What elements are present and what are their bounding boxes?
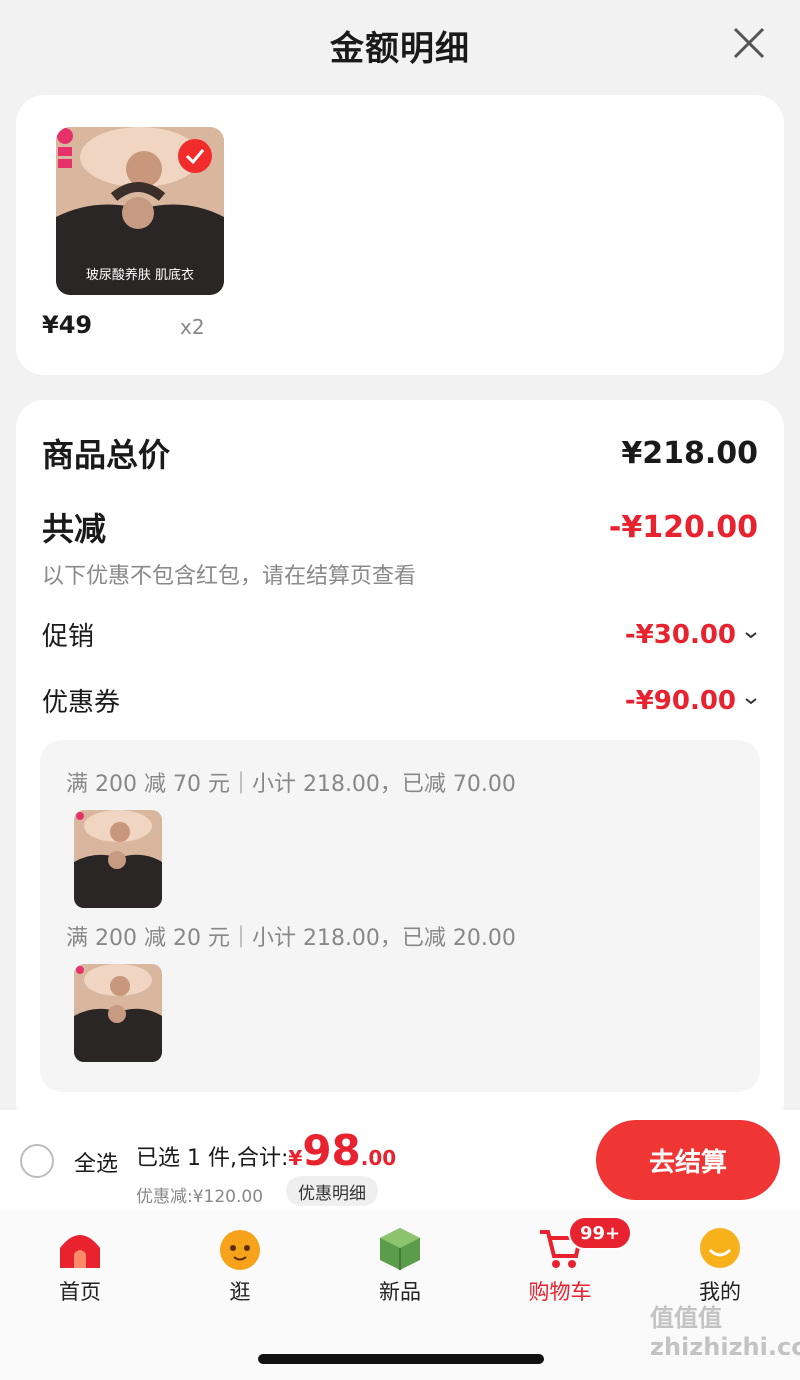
total-currency: ¥ <box>288 1146 303 1170</box>
close-button[interactable] <box>732 26 766 60</box>
selected-check-icon[interactable] <box>178 139 212 173</box>
product-card: 玻尿酸养肤 肌底衣 ¥49 x2 <box>16 95 784 375</box>
coupon-rule-1: 满 200 减 70 元｜小计 218.00，已减 70.00 <box>66 772 516 797</box>
chevron-down-icon <box>745 631 757 638</box>
summary-prefix: 已选 1 件,合计: <box>136 1146 289 1171</box>
product-quantity: x2 <box>180 315 205 339</box>
chevron-down-icon <box>745 697 757 704</box>
tab-new[interactable]: 新品 <box>340 1224 460 1306</box>
coupon-rule-2: 满 200 减 20 元｜小计 218.00，已减 20.00 <box>66 926 516 951</box>
close-icon <box>733 27 765 59</box>
header: 金额明细 <box>0 0 800 90</box>
coupon-row[interactable]: 优惠券 -¥90.00 <box>42 682 758 719</box>
checkout-button[interactable]: 去结算 <box>596 1120 780 1200</box>
home-indicator <box>258 1354 544 1364</box>
tab-home[interactable]: 首页 <box>20 1224 140 1306</box>
tab-home-label: 首页 <box>59 1280 101 1304</box>
total-value: ¥218.00 <box>621 435 758 471</box>
new-icon <box>380 1228 420 1270</box>
product-image[interactable]: 玻尿酸养肤 肌底衣 <box>56 127 224 295</box>
tab-profile[interactable]: 我的 <box>660 1224 780 1306</box>
coupon-product-image-1 <box>74 810 162 908</box>
coupon-label: 优惠券 <box>42 688 121 718</box>
page-title: 金额明细 <box>330 28 470 69</box>
select-all-radio[interactable] <box>20 1144 54 1178</box>
total-decimal: .00 <box>360 1146 397 1170</box>
select-all-label[interactable]: 全选 <box>74 1146 118 1178</box>
total-amount: 98 <box>302 1126 361 1175</box>
promo-label: 促销 <box>42 622 95 652</box>
total-label: 商品总价 <box>42 436 171 474</box>
reduce-row: 共减 -¥120.00 <box>42 504 758 550</box>
reduce-label: 共减 <box>42 510 107 548</box>
tab-browse[interactable]: 逛 <box>180 1224 300 1306</box>
tab-cart[interactable]: 99+ 购物车 <box>500 1216 633 1306</box>
promo-row[interactable]: 促销 -¥30.00 <box>42 616 758 653</box>
browse-icon <box>220 1230 260 1270</box>
promo-value: -¥30.00 <box>624 619 736 650</box>
reduce-value: -¥120.00 <box>608 509 758 545</box>
coupon-detail-box: 满 200 减 70 元｜小计 218.00，已减 70.00 满 200 减 … <box>40 740 760 1092</box>
home-icon <box>60 1235 100 1268</box>
tab-browse-label: 逛 <box>229 1280 251 1304</box>
tab-new-label: 新品 <box>379 1280 421 1304</box>
brand-logo-icon <box>57 128 73 168</box>
tab-cart-label: 购物车 <box>528 1280 592 1304</box>
discount-amount: 优惠减:¥120.00 <box>136 1187 264 1207</box>
product-price: ¥49 <box>42 311 93 339</box>
product-caption: 玻尿酸养肤 肌底衣 <box>85 268 195 283</box>
order-summary: 已选 1 件,合计: ¥ 98 .00 <box>136 1126 396 1175</box>
total-row: 商品总价 ¥218.00 <box>42 430 758 476</box>
coupon-value: -¥90.00 <box>624 685 736 716</box>
coupon-product-image-2 <box>74 964 162 1062</box>
checkout-bar: 全选 已选 1 件,合计: ¥ 98 .00 优惠减:¥120.00 优惠明细 … <box>0 1110 800 1210</box>
price-detail-card: 商品总价 ¥218.00 共减 -¥120.00 以下优惠不包含红包，请在结算页… <box>16 400 784 1130</box>
discount-note: 以下优惠不包含红包，请在结算页查看 <box>42 564 417 589</box>
cart-badge: 99+ <box>568 1216 633 1250</box>
profile-icon <box>700 1228 740 1268</box>
discount-detail-button[interactable]: 优惠明细 <box>286 1176 378 1206</box>
watermark: 值值值 zhizhizhi.com <box>650 1304 800 1361</box>
